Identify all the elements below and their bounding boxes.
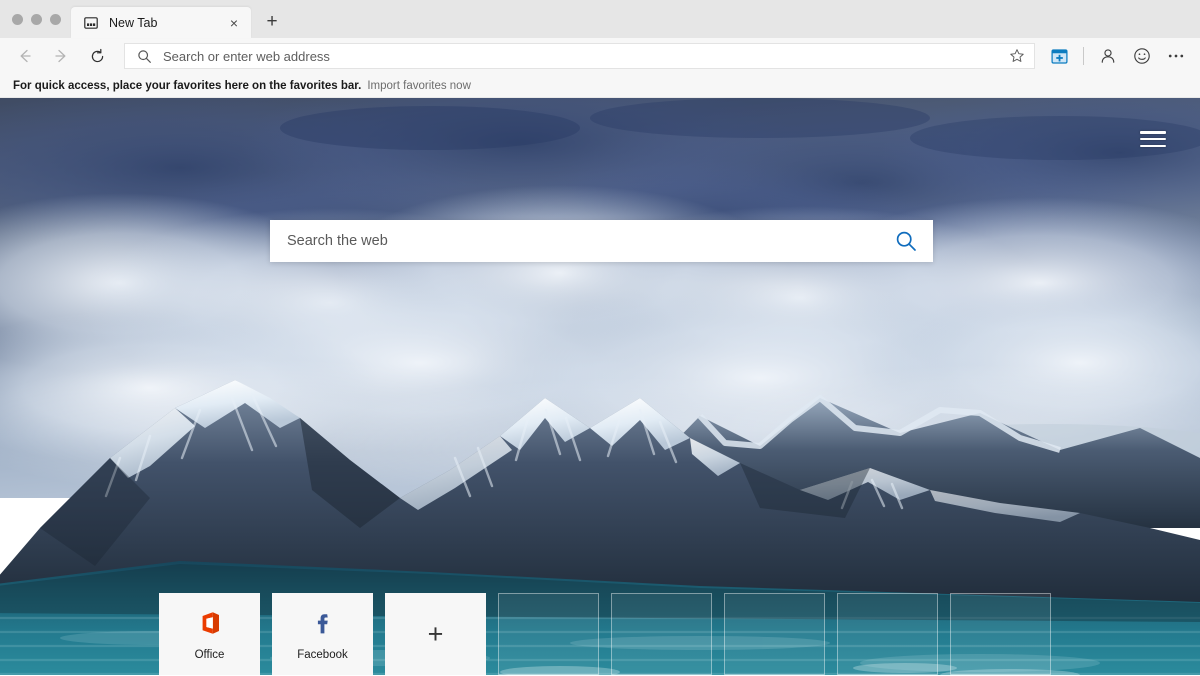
favorites-bar: For quick access, place your favorites h… (0, 74, 1200, 98)
tab-strip: New Tab × + (0, 0, 1200, 38)
close-icon[interactable]: × (225, 14, 243, 32)
hamburger-line-1 (1140, 131, 1166, 134)
search-icon (135, 47, 153, 65)
tile-placeholder-5[interactable] (950, 593, 1051, 675)
hamburger-line-3 (1140, 144, 1166, 147)
favorites-bar-message: For quick access, place your favorites h… (13, 79, 362, 92)
window-traffic-lights (0, 14, 71, 38)
web-search-placeholder[interactable]: Search the web (287, 233, 893, 249)
address-input-placeholder[interactable]: Search or enter web address (163, 49, 1006, 64)
hamburger-menu-icon[interactable] (1140, 128, 1166, 150)
tile-office[interactable]: Office (159, 593, 260, 675)
add-tile-plus-icon[interactable]: + (428, 620, 444, 648)
toolbar-divider (1083, 47, 1084, 65)
tile-placeholder-3[interactable] (724, 593, 825, 675)
tab-title: New Tab (109, 15, 158, 30)
profile-icon[interactable] (1092, 41, 1124, 71)
background-image (0, 98, 1200, 675)
collections-icon[interactable] (1043, 41, 1075, 71)
back-button[interactable] (8, 41, 42, 71)
window-minimize-button[interactable] (31, 14, 42, 25)
browser-window: New Tab × + Search or enter web address … (0, 0, 1200, 676)
tile-add-site[interactable]: + (385, 593, 486, 675)
tile-facebook[interactable]: Facebook (272, 593, 373, 675)
office-logo-icon (195, 608, 225, 638)
refresh-button[interactable] (80, 41, 114, 71)
tab-new-tab[interactable]: New Tab × (71, 7, 251, 38)
feedback-smiley-icon[interactable] (1126, 41, 1158, 71)
tile-label: Office (194, 648, 225, 661)
new-tab-icon (83, 15, 99, 31)
hamburger-line-2 (1140, 137, 1166, 141)
new-tab-button[interactable]: + (257, 7, 287, 37)
facebook-logo-icon (308, 608, 338, 638)
forward-button[interactable] (44, 41, 78, 71)
tile-placeholder-4[interactable] (837, 593, 938, 675)
window-maximize-button[interactable] (50, 14, 61, 25)
web-search-box[interactable]: Search the web (270, 220, 933, 262)
more-settings-icon[interactable] (1160, 41, 1192, 71)
favorite-star-icon[interactable] (1006, 45, 1028, 67)
new-tab-page: Search the web Office Facebook + (0, 98, 1200, 675)
browser-toolbar: Search or enter web address (0, 38, 1200, 74)
top-sites-tiles: Office Facebook + (159, 593, 1051, 675)
tile-label: Facebook (297, 648, 348, 661)
window-close-button[interactable] (12, 14, 23, 25)
tile-placeholder-2[interactable] (611, 593, 712, 675)
address-bar[interactable]: Search or enter web address (124, 43, 1035, 69)
search-magnifier-icon[interactable] (893, 228, 919, 254)
import-favorites-link[interactable]: Import favorites now (367, 80, 471, 92)
tile-placeholder-1[interactable] (498, 593, 599, 675)
